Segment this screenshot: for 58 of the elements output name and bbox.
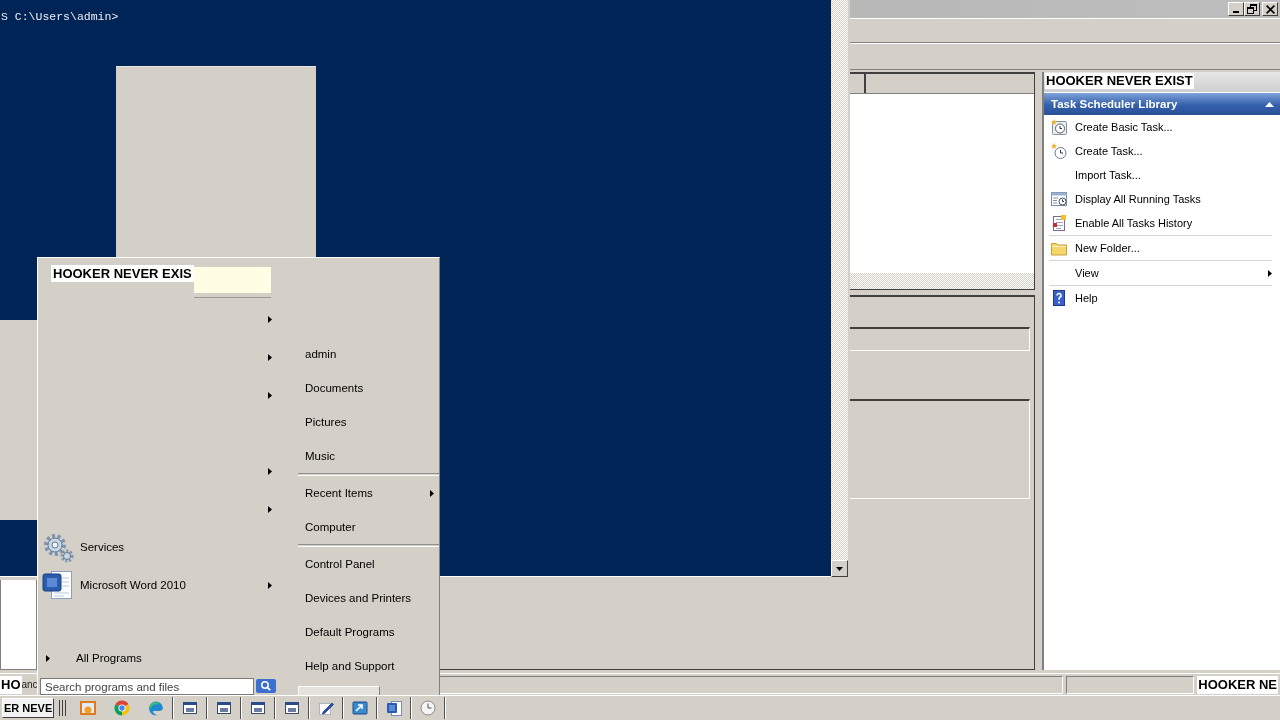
window-clock-icon [1051, 191, 1067, 207]
action-item[interactable]: Create Basic Task... [1044, 115, 1280, 139]
down-arrow-icon [836, 566, 843, 571]
menu-item[interactable]: admin [298, 337, 439, 371]
action-item[interactable]: Import Task... [1044, 163, 1280, 187]
menu-item[interactable]: Help and Support [298, 649, 439, 683]
action-item[interactable]: View [1044, 261, 1280, 285]
pane-title: HOOKER NEVER EXIST [1045, 73, 1194, 89]
list-icon [1051, 215, 1067, 231]
circle-logo-icon[interactable] [114, 700, 131, 716]
document-icon [42, 569, 74, 601]
pen-icon[interactable] [317, 700, 334, 716]
scroll-down-button[interactable] [831, 560, 848, 577]
menu-item[interactable]: Documents [298, 371, 439, 405]
close-button[interactable] [1262, 2, 1278, 16]
search-button[interactable] [256, 679, 276, 693]
restore-icon [1247, 4, 1257, 14]
status-label: HOOKER NE [1197, 675, 1278, 694]
menu-item[interactable]: Default Programs [298, 615, 439, 649]
action-item[interactable]: Help [1044, 286, 1280, 310]
minimize-button[interactable] [1228, 2, 1244, 16]
restore-button[interactable] [1244, 2, 1260, 16]
window-icon[interactable] [181, 700, 198, 716]
menu-item[interactable]: Microsoft Word 2010 [38, 566, 290, 604]
app-window-icon[interactable] [80, 700, 97, 716]
scrollbar[interactable] [831, 0, 848, 577]
prompt-text: S C:\Users\admin> [0, 9, 119, 24]
menu-item[interactable]: Recent Items [298, 476, 439, 510]
menu-item[interactable]: Pictures [298, 405, 439, 439]
user-name: HOOKER NEVER EXIS [51, 265, 194, 282]
folder-icon [1051, 240, 1067, 256]
help-icon [1051, 290, 1067, 306]
menu-item[interactable]: Computer [298, 510, 439, 544]
menu-item[interactable]: Control Panel [298, 547, 439, 581]
status-text: anc [21, 678, 38, 691]
action-item[interactable]: New Folder... [1044, 236, 1280, 260]
arrow-window-icon[interactable] [351, 700, 368, 716]
menu-item[interactable]: Music [298, 439, 439, 473]
window-icon[interactable] [249, 700, 266, 716]
status-label: HO [0, 675, 22, 694]
action-item[interactable]: Display All Running Tasks [1044, 187, 1280, 211]
search-field[interactable]: Search programs and files [40, 678, 254, 695]
close-icon [1265, 4, 1275, 14]
taskbar-button[interactable]: ER NEVE [2, 698, 55, 718]
minimize-icon [1233, 11, 1239, 13]
document-icon[interactable] [385, 700, 402, 716]
window-icon[interactable] [283, 700, 300, 716]
clock-icon [1051, 143, 1067, 159]
all-programs-item[interactable]: All Programs [38, 648, 290, 668]
window-icon[interactable] [215, 700, 232, 716]
submenu-arrow-icon [46, 654, 50, 662]
menu-item[interactable]: Services [38, 528, 290, 566]
section-header[interactable]: Task Scheduler Library [1044, 93, 1280, 115]
gears-icon [42, 531, 74, 563]
action-item[interactable]: Create Task... [1044, 139, 1280, 163]
action-item[interactable]: Enable All Tasks History [1044, 211, 1280, 235]
menu-item[interactable]: Devices and Printers [298, 581, 439, 615]
clock-icon [1051, 119, 1067, 135]
